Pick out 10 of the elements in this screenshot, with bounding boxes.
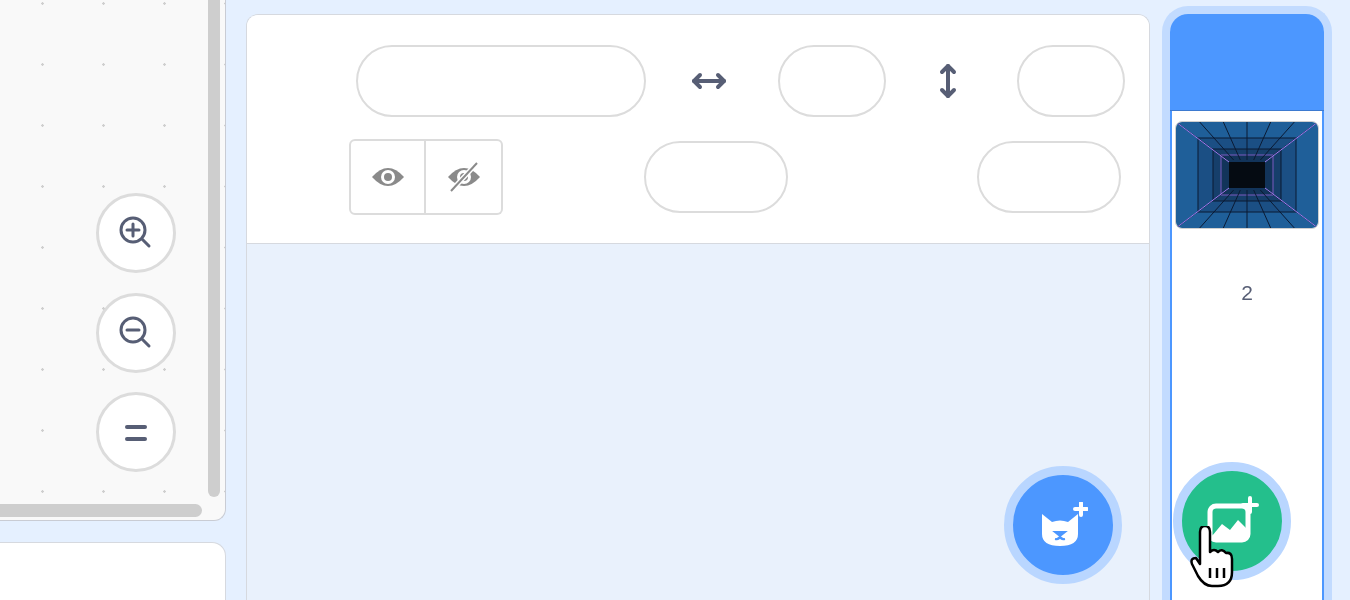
vertical-scrollbar[interactable] [208, 0, 220, 497]
vertical-arrow-icon [938, 62, 958, 100]
horizontal-scrollbar[interactable] [0, 504, 202, 517]
eye-slash-icon [446, 162, 481, 192]
hide-button[interactable] [426, 139, 503, 215]
horizontal-arrow-icon [690, 71, 728, 91]
show-button[interactable] [349, 139, 426, 215]
hand-cursor-icon [1190, 526, 1234, 590]
eye-icon [370, 165, 405, 189]
backdrop-count: 2 [1241, 281, 1253, 305]
